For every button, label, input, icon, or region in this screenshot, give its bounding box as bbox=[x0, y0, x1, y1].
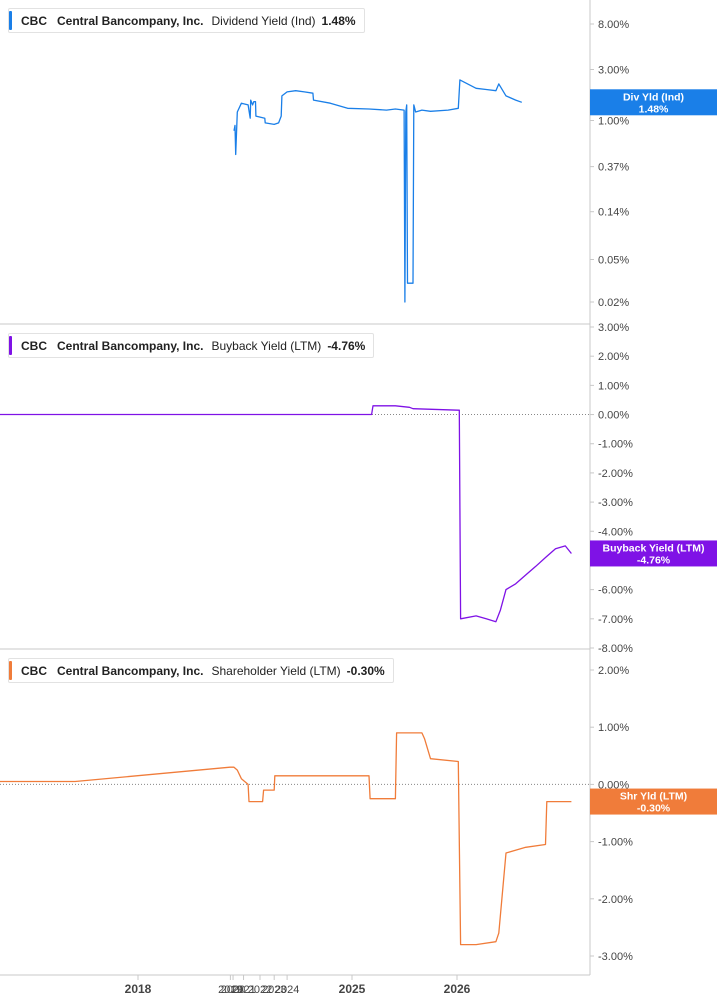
y-tick-label: 0.37% bbox=[598, 162, 629, 174]
legend-value: -4.76% bbox=[327, 338, 366, 353]
buyback-yield-legend[interactable]: CBC Central Bancompany, Inc. Buyback Yie… bbox=[8, 333, 375, 358]
legend-value: -0.30% bbox=[346, 663, 385, 678]
x-tick-label: 2026 bbox=[444, 982, 471, 996]
y-tick-label: -1.00% bbox=[598, 837, 633, 849]
series-line bbox=[233, 79, 523, 303]
x-tick-label: 2024 bbox=[275, 984, 299, 996]
y-tick-label: -6.00% bbox=[598, 585, 633, 597]
y-tick-label: -8.00% bbox=[598, 643, 633, 655]
legend-company: Central Bancompany, Inc. bbox=[57, 338, 204, 353]
value-flag-value: 1.48% bbox=[639, 103, 669, 115]
y-tick-label: 1.00% bbox=[598, 115, 629, 127]
x-tick-label: 2018 bbox=[125, 982, 152, 996]
value-flag-value: -0.30% bbox=[637, 803, 671, 815]
series-line bbox=[0, 732, 572, 946]
series-color-swatch bbox=[9, 336, 12, 355]
y-tick-label: 0.14% bbox=[598, 207, 629, 219]
legend-ticker: CBC bbox=[21, 13, 47, 28]
y-tick-label: -2.00% bbox=[598, 894, 633, 906]
legend-ticker: CBC bbox=[21, 338, 47, 353]
legend-company: Central Bancompany, Inc. bbox=[57, 13, 204, 28]
legend-company: Central Bancompany, Inc. bbox=[57, 663, 204, 678]
y-tick-label: 2.00% bbox=[598, 665, 629, 677]
y-tick-label: -3.00% bbox=[598, 497, 633, 509]
y-tick-label: 1.00% bbox=[598, 380, 629, 392]
y-tick-label: 3.00% bbox=[598, 65, 629, 77]
y-tick-label: -7.00% bbox=[598, 614, 633, 626]
y-tick-label: -3.00% bbox=[598, 951, 633, 963]
y-tick-label: -1.00% bbox=[598, 439, 633, 451]
y-tick-label: 3.00% bbox=[598, 322, 629, 334]
y-tick-label: 0.02% bbox=[598, 297, 629, 309]
chart-canvas: 8.00% 3.00% 1.00% 0.37% 0.14% 0.05% 0.02% Div Y… bbox=[0, 0, 717, 996]
value-flag-label: Shr Yld (LTM) bbox=[620, 791, 687, 803]
series-line bbox=[0, 405, 572, 623]
series-color-swatch bbox=[9, 11, 12, 30]
dividend-yield-legend[interactable]: CBC Central Bancompany, Inc. Dividend Yi… bbox=[8, 8, 365, 33]
legend-ticker: CBC bbox=[21, 663, 47, 678]
legend-metric: Shareholder Yield (LTM) bbox=[211, 663, 341, 678]
y-tick-label: 1.00% bbox=[598, 722, 629, 734]
x-tick-label: 2025 bbox=[339, 982, 366, 996]
legend-value: 1.48% bbox=[321, 13, 356, 28]
series-color-swatch bbox=[9, 661, 12, 680]
y-tick-label: 0.05% bbox=[598, 254, 629, 266]
shareholder-yield-legend[interactable]: CBC Central Bancompany, Inc. Shareholder… bbox=[8, 658, 394, 683]
y-tick-label: -4.00% bbox=[598, 526, 633, 538]
chart-root: 8.00% 3.00% 1.00% 0.37% 0.14% 0.05% 0.02% Div Y… bbox=[0, 0, 717, 1005]
legend-metric: Dividend Yield (Ind) bbox=[211, 13, 316, 28]
value-flag-label: Div Yld (Ind) bbox=[623, 91, 684, 103]
y-tick-label: 0.00% bbox=[598, 410, 629, 422]
y-tick-label: 8.00% bbox=[598, 19, 629, 31]
y-tick-label: -2.00% bbox=[598, 468, 633, 480]
value-flag-label: Buyback Yield (LTM) bbox=[603, 542, 705, 554]
y-tick-label: 2.00% bbox=[598, 351, 629, 363]
legend-metric: Buyback Yield (LTM) bbox=[211, 338, 322, 353]
value-flag-value: -4.76% bbox=[637, 554, 671, 566]
